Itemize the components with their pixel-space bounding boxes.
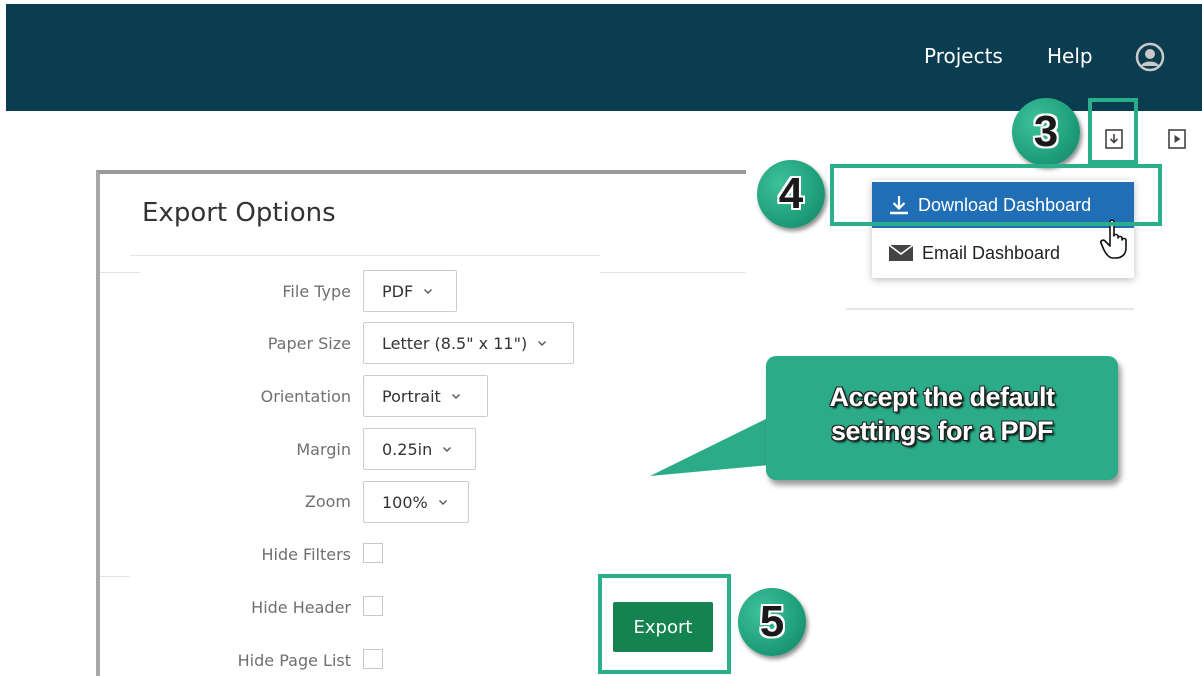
paper-size-select[interactable]: Letter (8.5" x 11")	[363, 322, 574, 364]
file-type-select[interactable]: PDF	[363, 270, 457, 312]
zoom-select[interactable]: 100%	[363, 481, 469, 523]
top-navigation-bar	[6, 4, 1202, 111]
orientation-label: Orientation	[260, 387, 351, 406]
paper-size-label: Paper Size	[267, 334, 351, 353]
zoom-value: 100%	[382, 492, 428, 512]
step-badge-5: 5	[738, 588, 806, 656]
highlight-box-step3	[1088, 98, 1138, 164]
chevron-down-icon	[451, 394, 460, 399]
margin-value: 0.25in	[382, 439, 433, 459]
menu-item-email-dashboard[interactable]: Email Dashboard	[872, 230, 1134, 276]
envelope-icon	[888, 244, 914, 261]
hide-filters-checkbox[interactable]	[363, 543, 383, 563]
callout-tail	[650, 412, 780, 476]
file-type-label: File Type	[282, 282, 351, 301]
zoom-label: Zoom	[304, 492, 351, 511]
menu-divider	[846, 308, 1134, 310]
orientation-select[interactable]: Portrait	[363, 375, 488, 417]
export-button[interactable]: Export	[613, 602, 713, 652]
nav-projects-link[interactable]: Projects	[924, 44, 1003, 68]
margin-label: Margin	[296, 440, 351, 459]
chevron-down-icon	[538, 341, 547, 346]
user-circle-icon[interactable]	[1135, 42, 1165, 72]
instruction-callout-text: Accept the default settings for a PDF	[766, 380, 1118, 448]
export-options-title: Export Options	[142, 198, 336, 228]
callout-line-1: Accept the default	[829, 382, 1055, 412]
chevron-down-icon	[438, 500, 447, 505]
right-divider	[600, 272, 746, 273]
chevron-down-icon	[424, 289, 433, 294]
hide-page-list-checkbox[interactable]	[363, 649, 383, 669]
orientation-value: Portrait	[382, 386, 441, 406]
callout-line-2: settings for a PDF	[830, 416, 1054, 446]
footer-divider	[100, 576, 130, 577]
nav-help-link[interactable]: Help	[1047, 44, 1093, 68]
hide-header-label: Hide Header	[251, 598, 351, 617]
hide-header-checkbox[interactable]	[363, 596, 383, 616]
margin-select[interactable]: 0.25in	[363, 428, 476, 470]
title-divider	[130, 255, 600, 256]
highlight-box-step4	[830, 164, 1162, 226]
paper-size-value: Letter (8.5" x 11")	[382, 333, 528, 353]
chevron-down-icon	[443, 447, 452, 452]
hide-page-list-label: Hide Page List	[237, 651, 351, 670]
menu-item-label: Email Dashboard	[922, 242, 1061, 263]
step-badge-3: 3	[1012, 98, 1080, 166]
file-type-value: PDF	[382, 281, 414, 301]
play-icon[interactable]	[1167, 128, 1187, 150]
left-divider	[100, 272, 140, 273]
hide-filters-label: Hide Filters	[261, 545, 351, 564]
step-badge-4: 4	[757, 160, 825, 228]
